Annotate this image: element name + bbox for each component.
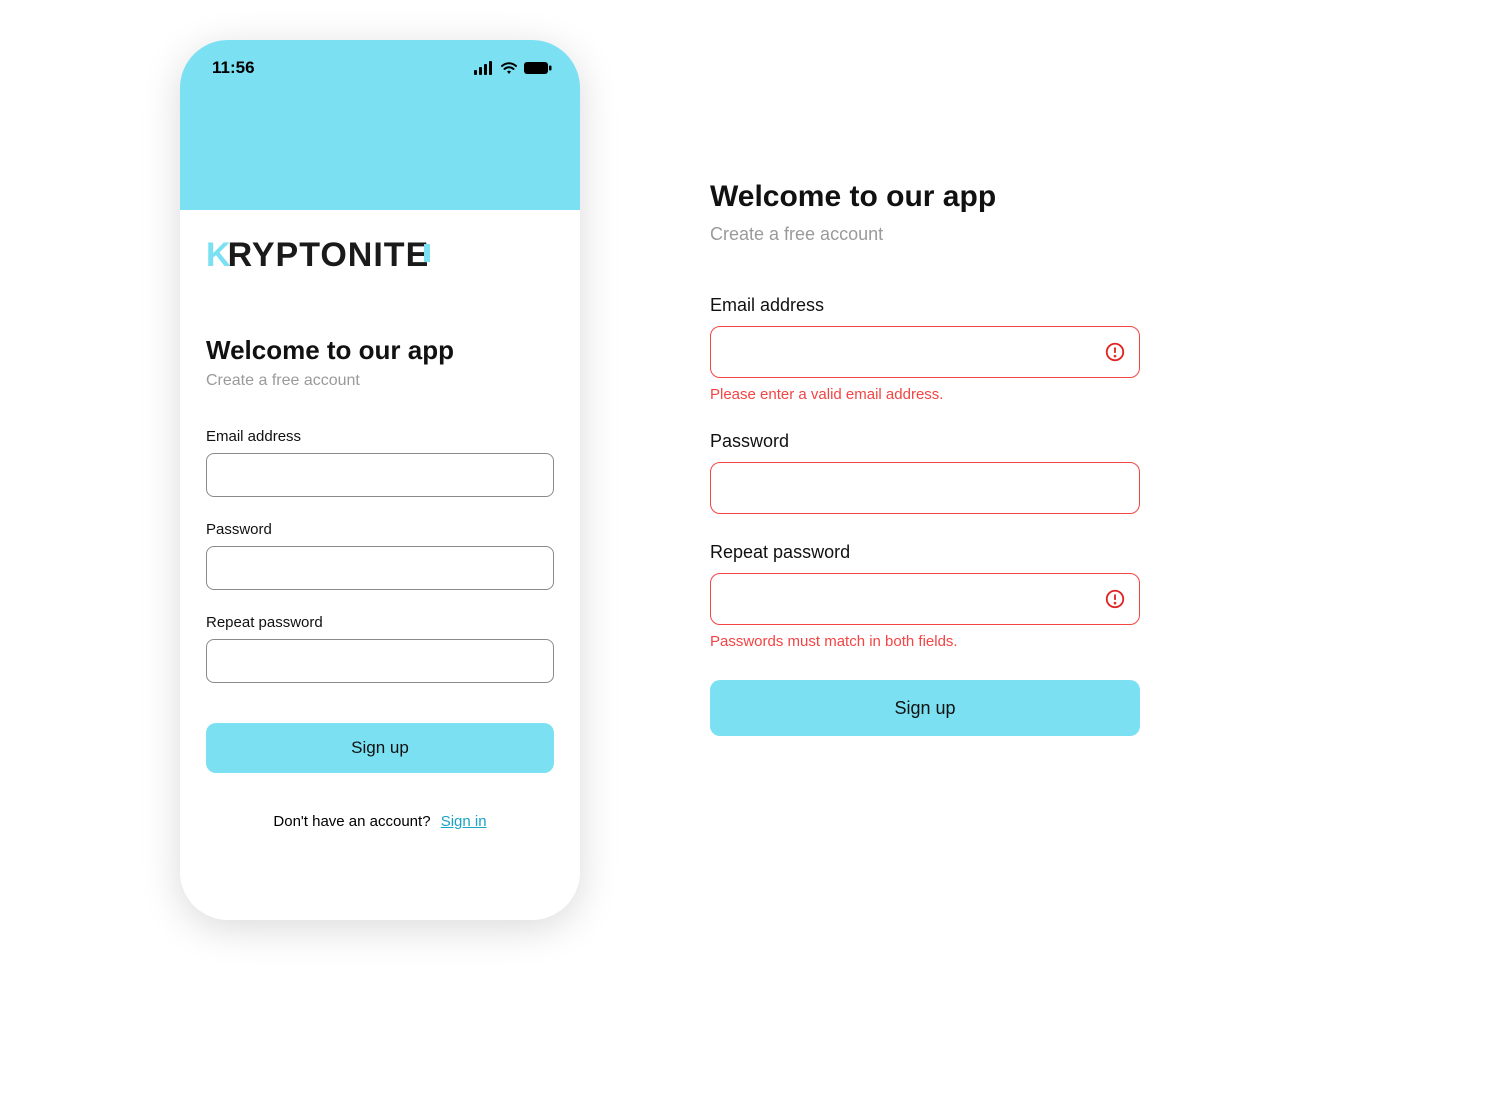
welcome-title: Welcome to our app [206,335,554,366]
field-password: Password [206,521,554,590]
email-input[interactable] [206,453,554,497]
email-label-err: Email address [710,295,1140,316]
welcome-subtitle-right: Create a free account [710,224,1140,245]
wifi-icon [500,61,518,75]
repeat-password-input[interactable] [206,639,554,683]
sign-in-link[interactable]: Sign in [441,813,487,830]
alert-circle-icon [1104,588,1126,610]
password-label: Password [206,521,554,538]
phone-mockup: 11:56 [180,40,580,920]
status-icons [474,61,552,75]
footer-link: Don't have an account? Sign in [206,813,554,830]
brand-logo: KRYPTONITE [206,236,554,275]
phone-body: KRYPTONITE Welcome to our app Create a f… [180,210,580,830]
repeat-password-label-err: Repeat password [710,542,1140,563]
sign-up-button-err[interactable]: Sign up [710,680,1140,736]
email-input-err[interactable] [710,326,1140,378]
status-time: 11:56 [212,58,255,78]
repeat-error-text: Passwords must match in both fields. [710,633,1140,650]
email-error-text: Please enter a valid email address. [710,386,1140,403]
repeat-password-label: Repeat password [206,614,554,631]
sign-up-button[interactable]: Sign up [206,723,554,773]
field-email-err: Email address Please enter a valid email… [710,295,1140,403]
error-state-form: Welcome to our app Create a free account… [710,180,1140,736]
cellular-icon [474,61,494,75]
phone-header: 11:56 [180,40,580,210]
password-input[interactable] [206,546,554,590]
battery-icon [524,61,552,75]
field-repeat-password: Repeat password [206,614,554,683]
password-label-err: Password [710,431,1140,452]
alert-circle-icon [1104,341,1126,363]
welcome-subtitle: Create a free account [206,372,554,390]
field-repeat-err: Repeat password Passwords must match in … [710,542,1140,650]
welcome-title-right: Welcome to our app [710,180,1140,214]
repeat-password-input-err[interactable] [710,573,1140,625]
password-input-err[interactable] [710,462,1140,514]
status-bar: 11:56 [180,40,580,78]
footer-text: Don't have an account? [273,813,430,830]
field-email: Email address [206,428,554,497]
email-label: Email address [206,428,554,445]
field-password-err: Password [710,431,1140,514]
